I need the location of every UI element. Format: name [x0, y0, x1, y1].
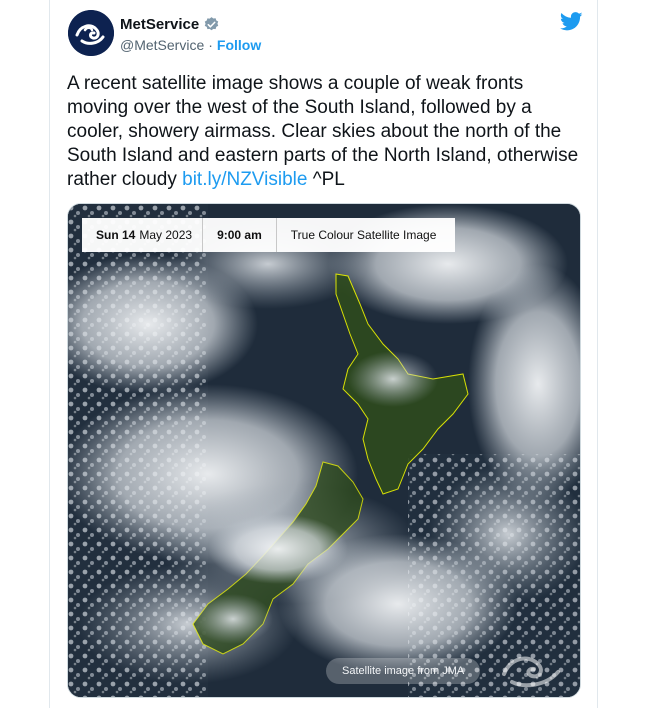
tweet-text: A recent satellite image shows a couple …	[67, 72, 587, 192]
date-cell: Sun 14 May 2023	[82, 218, 202, 252]
separator-dot: ·	[208, 37, 213, 53]
satellite-info-bar: Sun 14 May 2023 9:00 am True Colour Satel…	[82, 218, 456, 252]
date-rest: May 2023	[139, 228, 193, 242]
twitter-bird-icon[interactable]	[559, 12, 583, 31]
author-display-name[interactable]: MetService	[120, 16, 199, 33]
tweet-signoff: ^PL	[307, 169, 345, 190]
author-handle-row: @MetService · Follow	[120, 37, 261, 53]
product-cell: True Colour Satellite Image	[275, 218, 447, 252]
follow-button[interactable]: Follow	[217, 37, 261, 53]
satellite-map	[68, 204, 580, 697]
author-name-row: MetService	[120, 14, 220, 34]
product-name: True Colour Satellite Image	[290, 228, 437, 242]
image-credit: Satellite image from JMA	[326, 658, 481, 684]
tweet-link[interactable]: bit.ly/NZVisible	[182, 169, 307, 190]
tweet-card: MetService @MetService · Follow A recent…	[49, 0, 598, 708]
time-cell: 9:00 am	[202, 218, 276, 252]
verified-badge-icon	[203, 16, 220, 33]
metservice-watermark-icon	[498, 650, 566, 690]
time-value: 9:00 am	[217, 228, 262, 242]
date-day: Sun 14	[96, 228, 136, 242]
satellite-image[interactable]: Sun 14 May 2023 9:00 am True Colour Satel…	[67, 203, 581, 698]
avatar[interactable]	[68, 10, 114, 56]
metservice-logo-icon	[68, 10, 114, 56]
author-handle[interactable]: @MetService	[120, 37, 204, 53]
